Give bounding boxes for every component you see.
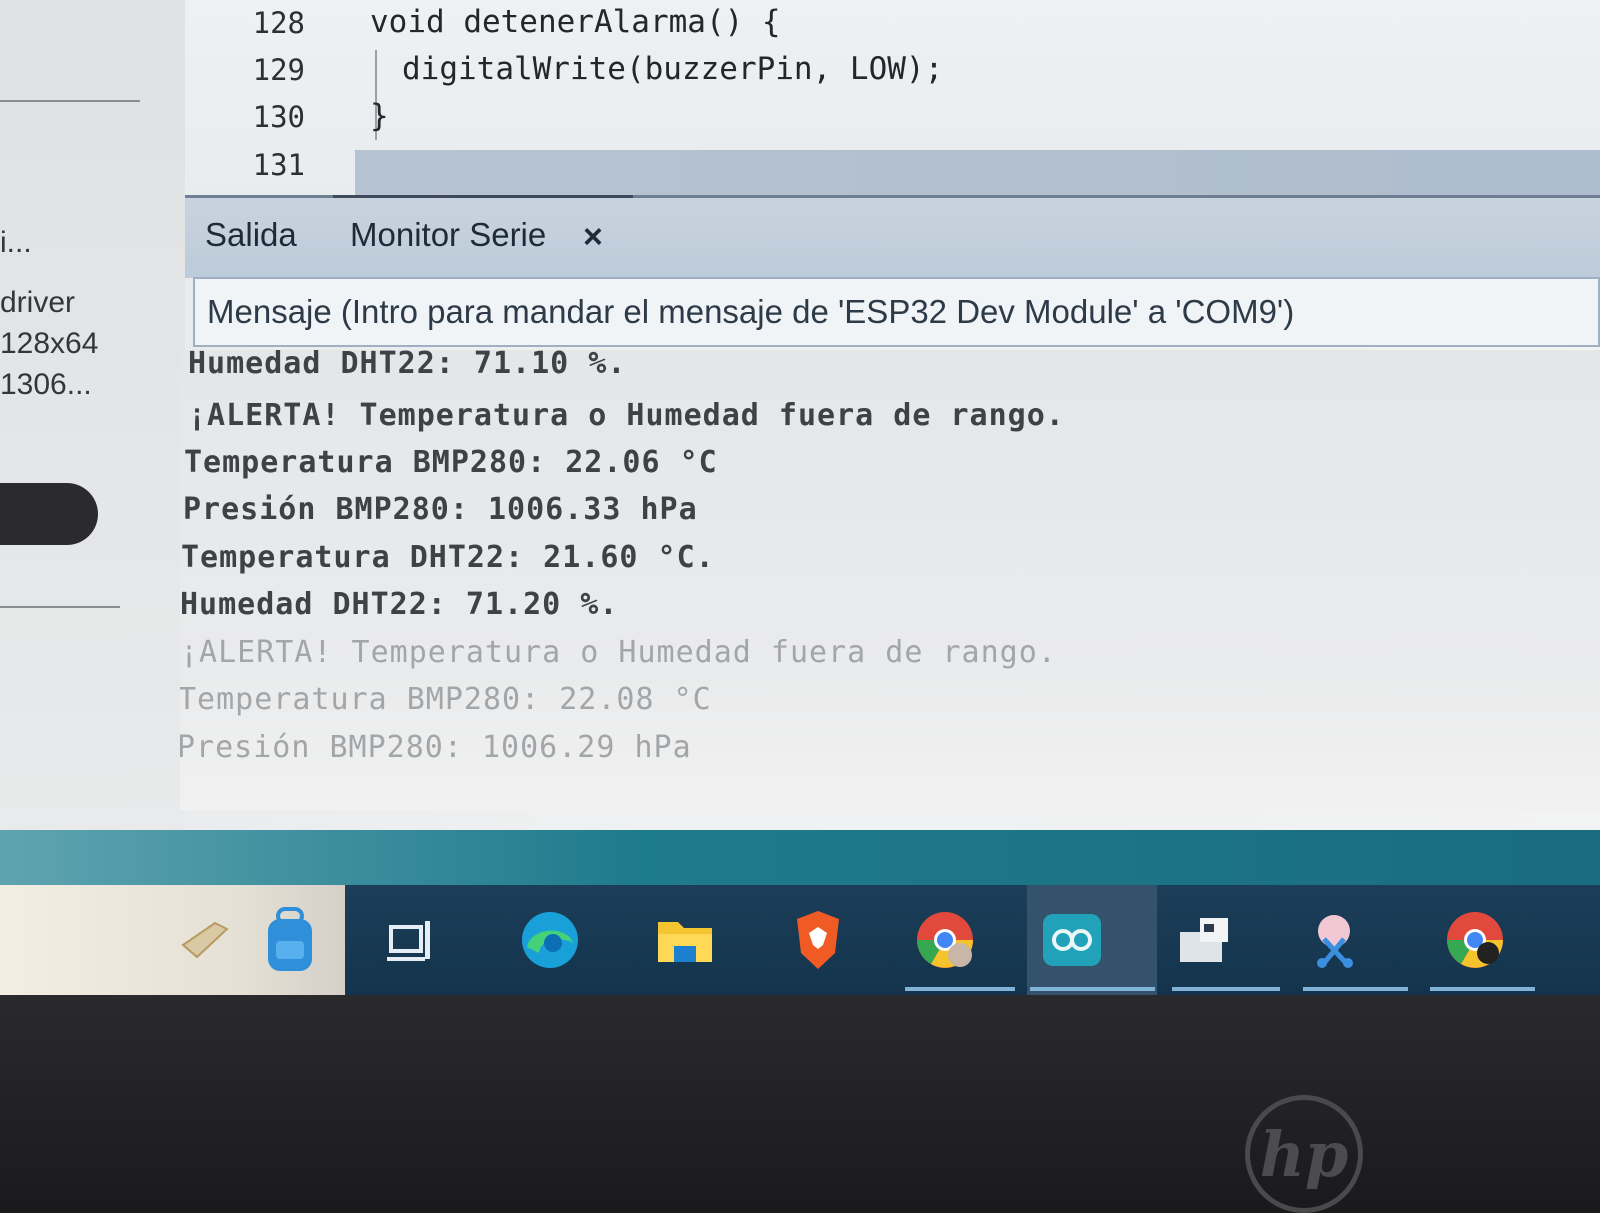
taskbar-running-indicator [1030, 987, 1155, 991]
chrome-profile-icon[interactable] [910, 907, 980, 973]
serial-line: Temperatura BMP280: 22.06 °C [184, 445, 718, 480]
code-line[interactable]: digitalWrite(buzzerPin, LOW); [402, 51, 943, 87]
code-editor[interactable]: 128 void detenerAlarma() { 129 digitalWr… [185, 0, 1600, 195]
status-strip [0, 830, 1600, 885]
serial-line: Presión BMP280: 1006.33 hPa [183, 492, 698, 527]
arduino-ide-icon[interactable] [1037, 907, 1107, 973]
backpack-icon[interactable] [255, 907, 325, 973]
serial-line: ¡ALERTA! Temperatura o Humedad fuera de … [180, 635, 1057, 670]
brave-icon[interactable] [783, 907, 853, 973]
snipping-tool-icon[interactable] [1300, 907, 1370, 973]
hp-logo: hp [1245, 1095, 1363, 1213]
line-number: 131 [252, 148, 305, 182]
line-number: 128 [252, 6, 305, 40]
serial-line: Temperatura BMP280: 22.08 °C [180, 682, 712, 717]
close-icon[interactable]: × [583, 218, 603, 257]
sidebar-item-label: 1306... [0, 368, 92, 401]
chat-icon[interactable] [170, 907, 240, 973]
line-number: 129 [252, 53, 305, 87]
active-tab-indicator [333, 195, 633, 198]
sidebar-item-label: driver [0, 286, 76, 319]
chrome-icon[interactable] [1440, 907, 1510, 973]
taskbar [0, 885, 1600, 995]
taskbar-running-indicator [1303, 987, 1408, 991]
sidebar-divider [0, 606, 120, 608]
tab-serial-monitor[interactable]: Monitor Serie [350, 216, 546, 254]
tab-output[interactable]: Salida [205, 216, 297, 254]
taskbar-running-indicator [1172, 987, 1280, 991]
sidebar-divider [0, 100, 140, 102]
code-line[interactable]: void detenerAlarma() { [370, 4, 781, 40]
toggle-switch[interactable] [0, 483, 98, 545]
library-sidebar: i... driver 128x64 1306... [0, 0, 185, 830]
file-explorer-icon[interactable] [650, 907, 720, 973]
code-line[interactable]: } [370, 98, 389, 134]
editor-current-line-highlight [355, 150, 1600, 195]
task-view-icon[interactable] [375, 907, 445, 973]
serial-line: ¡ALERTA! Temperatura o Humedad fuera de … [188, 398, 1065, 433]
edge-icon[interactable] [515, 907, 585, 973]
sidebar-item-label[interactable]: i... [0, 226, 32, 260]
serial-line: Temperatura DHT22: 21.60 °C. [181, 540, 715, 575]
serial-message-input[interactable] [193, 277, 1600, 347]
bottom-panel-tabs: Salida Monitor Serie × [185, 195, 1600, 278]
line-number: 130 [252, 100, 305, 134]
taskbar-running-indicator [905, 987, 1015, 991]
serial-line: Humedad DHT22: 71.20 %. [180, 587, 619, 622]
laptop-screen: i... driver 128x64 1306... 128 void dete… [0, 0, 1600, 1010]
serial-line: Humedad DHT22: 71.10 %. [188, 350, 627, 381]
taskbar-running-indicator [1430, 987, 1535, 991]
serial-line: Presión BMP280: 1006.29 hPa [180, 730, 692, 765]
device-app-icon[interactable] [1170, 907, 1240, 973]
serial-monitor-output: Humedad DHT22: 71.10 %. ¡ALERTA! Tempera… [180, 350, 1600, 810]
sidebar-item-label: 128x64 [0, 327, 99, 360]
